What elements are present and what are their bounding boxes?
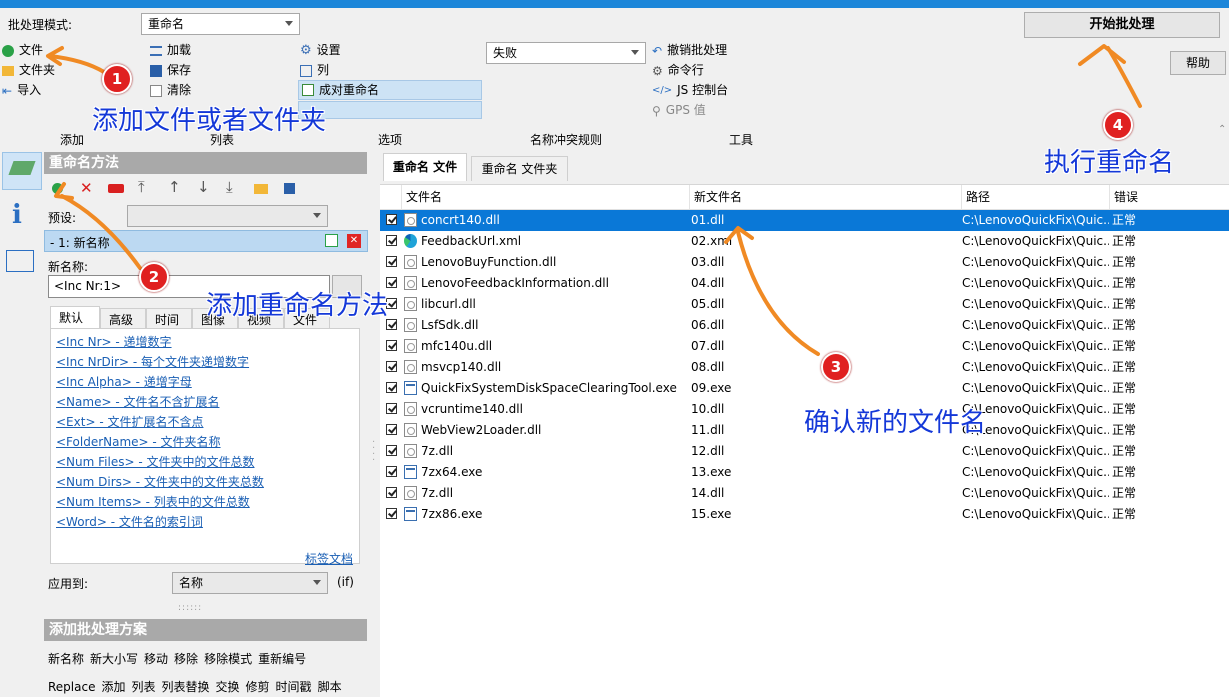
arrow-4 xyxy=(1106,46,1142,108)
badge-2: 2 xyxy=(139,262,169,292)
annotation-add-files: 添加文件或者文件夹 xyxy=(92,106,327,136)
annotation-add-method: 添加重命名方法 xyxy=(206,291,389,321)
annotation-execute: 执行重命名 xyxy=(1044,148,1175,178)
badge-1: 1 xyxy=(102,64,132,94)
annotation-confirm-names: 确认新的文件名 xyxy=(804,408,987,438)
badge-3: 3 xyxy=(821,352,851,382)
arrow-2-head xyxy=(54,182,74,200)
arrow-2 xyxy=(60,194,142,270)
badge-4: 4 xyxy=(1103,110,1133,140)
arrow-3 xyxy=(736,230,820,356)
